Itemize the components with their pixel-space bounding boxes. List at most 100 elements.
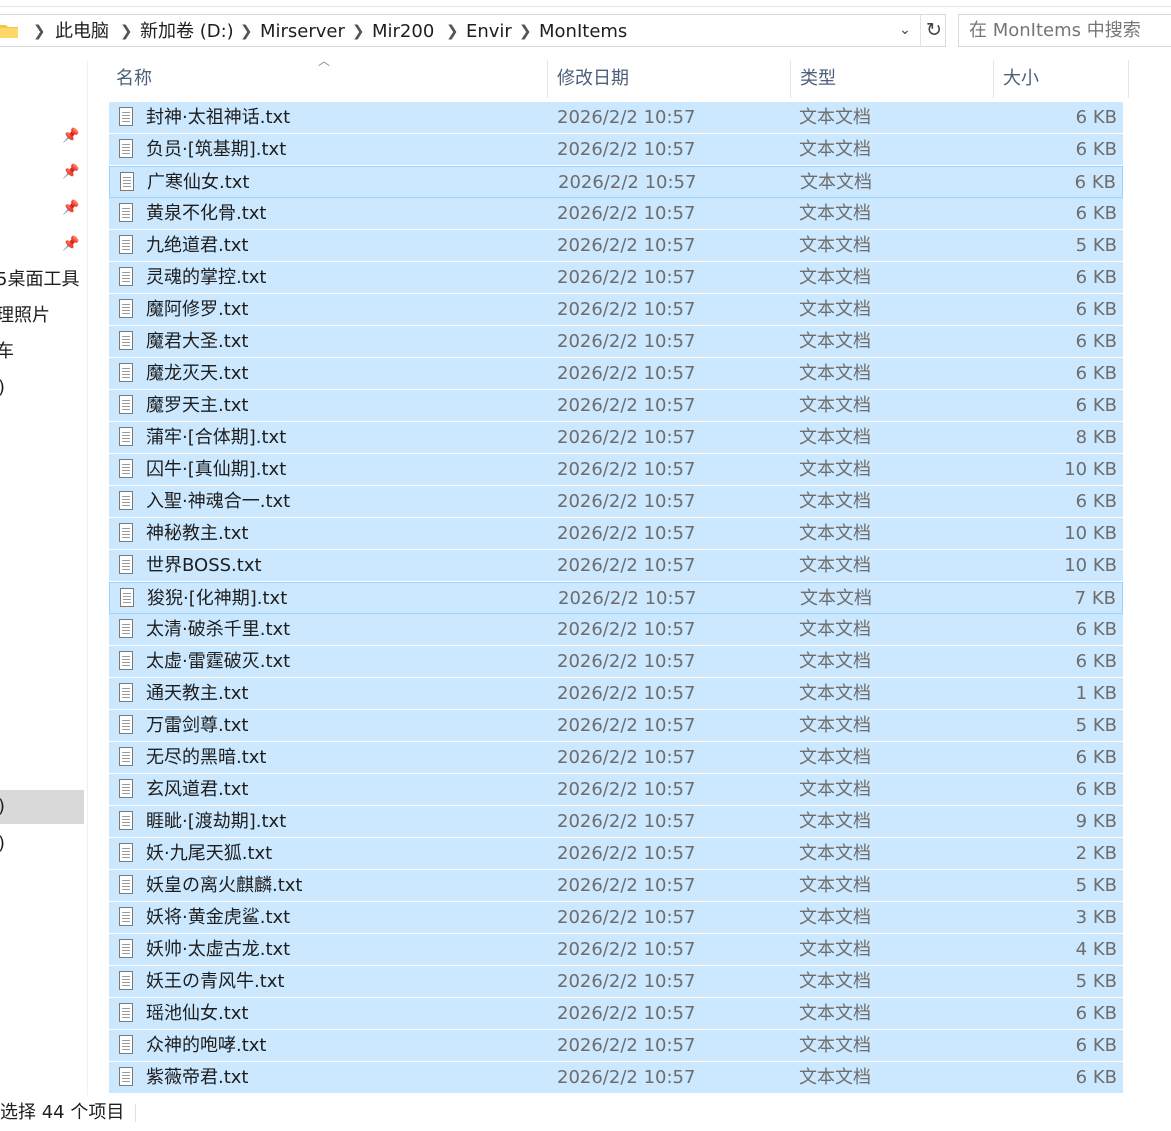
file-name[interactable]: 妖王の青风牛.txt [146, 966, 285, 998]
file-name[interactable]: 玄风道君.txt [146, 774, 249, 806]
file-type: 文本文档 [799, 811, 871, 832]
file-row[interactable]: 魔罗天主.txt 2026/2/2 10:57 文本文档 6 KB [109, 390, 1123, 422]
pin-icon: 📌 [62, 164, 80, 180]
column-divider[interactable] [790, 60, 791, 98]
breadcrumb-mirserver[interactable]: Mirserver [260, 15, 345, 48]
file-row[interactable]: 灵魂的掌控.txt 2026/2/2 10:57 文本文档 6 KB [109, 262, 1123, 294]
file-row[interactable]: 蒲牢·[合体期].txt 2026/2/2 10:57 文本文档 8 KB [109, 422, 1123, 454]
file-row[interactable]: 妖将·黄金虎鲨.txt 2026/2/2 10:57 文本文档 3 KB [109, 902, 1123, 934]
file-name[interactable]: 神秘教主.txt [146, 518, 249, 550]
file-row[interactable]: 魔君大圣.txt 2026/2/2 10:57 文本文档 6 KB [109, 326, 1123, 358]
nav-item-drive[interactable]: ) [0, 827, 84, 861]
file-name[interactable]: 囚牛·[真仙期].txt [146, 454, 286, 486]
file-name[interactable]: 封神·太祖神话.txt [146, 102, 290, 134]
file-name[interactable]: 妖·九尾天狐.txt [146, 838, 272, 870]
file-row[interactable]: 魔阿修罗.txt 2026/2/2 10:57 文本文档 6 KB [109, 294, 1123, 326]
file-row[interactable]: 太虚·雷霆破灭.txt 2026/2/2 10:57 文本文档 6 KB [109, 646, 1123, 678]
file-name[interactable]: 妖皇の离火麒麟.txt [146, 870, 303, 902]
text-file-icon [119, 107, 133, 126]
file-row[interactable]: 魔龙灭天.txt 2026/2/2 10:57 文本文档 6 KB [109, 358, 1123, 390]
breadcrumb-drive[interactable]: 新加卷 (D:) [140, 15, 234, 48]
column-divider[interactable] [993, 60, 994, 98]
chevron-down-icon[interactable]: ⌄ [893, 15, 917, 46]
navigation-pane[interactable]: 📌 📌 📌 📌 5桌面工具 理照片 车 ) ) ) [0, 60, 84, 1095]
file-size: 6 KB [1075, 203, 1117, 224]
chevron-right-icon[interactable]: ❯ [352, 15, 365, 48]
file-name[interactable]: 瑶池仙女.txt [146, 998, 249, 1030]
nav-item-library[interactable]: 车 [0, 335, 84, 369]
column-header-type[interactable]: 类型 [800, 60, 836, 98]
file-name[interactable]: 无尽的黑暗.txt [146, 742, 267, 774]
file-name[interactable]: 魔龙灭天.txt [146, 358, 249, 390]
file-name[interactable]: 太虚·雷霆破灭.txt [146, 646, 290, 678]
nav-item-drive[interactable]: ) [0, 371, 84, 405]
file-name[interactable]: 太清·破杀千里.txt [146, 614, 290, 646]
file-name[interactable]: 睚眦·[渡劫期].txt [146, 806, 286, 838]
file-name[interactable]: 众神的咆哮.txt [146, 1030, 267, 1062]
file-row[interactable]: 万雷剑尊.txt 2026/2/2 10:57 文本文档 5 KB [109, 710, 1123, 742]
breadcrumb-envir[interactable]: Envir [466, 15, 512, 48]
column-divider[interactable] [547, 60, 548, 98]
file-row[interactable]: 众神的咆哮.txt 2026/2/2 10:57 文本文档 6 KB [109, 1030, 1123, 1062]
file-row[interactable]: 妖帅·太虚古龙.txt 2026/2/2 10:57 文本文档 4 KB [109, 934, 1123, 966]
file-type: 文本文档 [799, 939, 871, 960]
file-name[interactable]: 狻猊·[化神期].txt [147, 583, 287, 615]
file-name[interactable]: 魔君大圣.txt [146, 326, 249, 358]
breadcrumb-monitems[interactable]: MonItems [539, 15, 627, 48]
file-name[interactable]: 蒲牢·[合体期].txt [146, 422, 286, 454]
chevron-right-icon[interactable]: ❯ [240, 15, 253, 48]
file-name[interactable]: 世界BOSS.txt [146, 550, 262, 582]
file-name[interactable]: 妖将·黄金虎鲨.txt [146, 902, 290, 934]
column-header-date[interactable]: 修改日期 [557, 60, 629, 98]
file-row[interactable]: 妖·九尾天狐.txt 2026/2/2 10:57 文本文档 2 KB [109, 838, 1123, 870]
column-divider[interactable] [1128, 60, 1129, 98]
file-row[interactable]: 玄风道君.txt 2026/2/2 10:57 文本文档 6 KB [109, 774, 1123, 806]
nav-item-desktop-tools[interactable]: 5桌面工具 [0, 263, 84, 297]
file-row[interactable]: 狻猊·[化神期].txt 2026/2/2 10:57 文本文档 7 KB [109, 582, 1123, 614]
file-row[interactable]: 妖皇の离火麒麟.txt 2026/2/2 10:57 文本文档 5 KB [109, 870, 1123, 902]
file-row[interactable]: 广寒仙女.txt 2026/2/2 10:57 文本文档 6 KB [109, 166, 1123, 198]
nav-item-drive-selected[interactable]: ) [0, 790, 84, 824]
refresh-icon[interactable]: ↻ [920, 15, 947, 46]
file-name[interactable]: 紫薇帝君.txt [146, 1062, 249, 1094]
file-row[interactable]: 黄泉不化骨.txt 2026/2/2 10:57 文本文档 6 KB [109, 198, 1123, 230]
file-row[interactable]: 神秘教主.txt 2026/2/2 10:57 文本文档 10 KB [109, 518, 1123, 550]
chevron-right-icon[interactable]: ❯ [33, 15, 46, 48]
file-name[interactable]: 灵魂的掌控.txt [146, 262, 267, 294]
file-name[interactable]: 魔阿修罗.txt [146, 294, 249, 326]
file-row[interactable]: 九绝道君.txt 2026/2/2 10:57 文本文档 5 KB [109, 230, 1123, 262]
chevron-right-icon[interactable]: ❯ [120, 15, 133, 48]
file-row[interactable]: 世界BOSS.txt 2026/2/2 10:57 文本文档 10 KB [109, 550, 1123, 582]
file-name[interactable]: 通天教主.txt [146, 678, 249, 710]
file-name[interactable]: 魔罗天主.txt [146, 390, 249, 422]
file-name[interactable]: 负员·[筑基期].txt [146, 134, 286, 166]
file-name[interactable]: 万雷剑尊.txt [146, 710, 249, 742]
file-row[interactable]: 封神·太祖神话.txt 2026/2/2 10:57 文本文档 6 KB [109, 102, 1123, 134]
file-row[interactable]: 入聖·神魂合一.txt 2026/2/2 10:57 文本文档 6 KB [109, 486, 1123, 518]
nav-item-photos[interactable]: 理照片 [0, 299, 84, 333]
file-row[interactable]: 无尽的黑暗.txt 2026/2/2 10:57 文本文档 6 KB [109, 742, 1123, 774]
file-row[interactable]: 太清·破杀千里.txt 2026/2/2 10:57 文本文档 6 KB [109, 614, 1123, 646]
file-row[interactable]: 囚牛·[真仙期].txt 2026/2/2 10:57 文本文档 10 KB [109, 454, 1123, 486]
file-type: 文本文档 [800, 588, 872, 609]
column-header-size[interactable]: 大小 [1003, 60, 1039, 98]
address-bar[interactable]: ❯ 此电脑 ❯ 新加卷 (D:) ❯ Mirserver ❯ Mir200 ❯ … [0, 14, 946, 47]
file-name[interactable]: 妖帅·太虚古龙.txt [146, 934, 290, 966]
file-name[interactable]: 九绝道君.txt [146, 230, 249, 262]
breadcrumb-mir200[interactable]: Mir200 [372, 15, 434, 48]
file-row[interactable]: 睚眦·[渡劫期].txt 2026/2/2 10:57 文本文档 9 KB [109, 806, 1123, 838]
file-name[interactable]: 黄泉不化骨.txt [146, 198, 267, 230]
breadcrumb-this-pc[interactable]: 此电脑 [55, 15, 109, 48]
search-input[interactable]: 在 MonItems 中搜索 [958, 14, 1171, 47]
file-row[interactable]: 负员·[筑基期].txt 2026/2/2 10:57 文本文档 6 KB [109, 134, 1123, 166]
chevron-right-icon[interactable]: ❯ [446, 15, 459, 48]
file-name[interactable]: 广寒仙女.txt [147, 167, 250, 199]
file-list[interactable]: 封神·太祖神话.txt 2026/2/2 10:57 文本文档 6 KB 负员·[筑基期… [109, 102, 1123, 1094]
file-row[interactable]: 妖王の青风牛.txt 2026/2/2 10:57 文本文档 5 KB [109, 966, 1123, 998]
file-row[interactable]: 紫薇帝君.txt 2026/2/2 10:57 文本文档 6 KB [109, 1062, 1123, 1094]
chevron-right-icon[interactable]: ❯ [519, 15, 532, 48]
file-name[interactable]: 入聖·神魂合一.txt [146, 486, 290, 518]
column-header-name[interactable]: 名称 [116, 60, 152, 98]
file-row[interactable]: 瑶池仙女.txt 2026/2/2 10:57 文本文档 6 KB [109, 998, 1123, 1030]
file-row[interactable]: 通天教主.txt 2026/2/2 10:57 文本文档 1 KB [109, 678, 1123, 710]
